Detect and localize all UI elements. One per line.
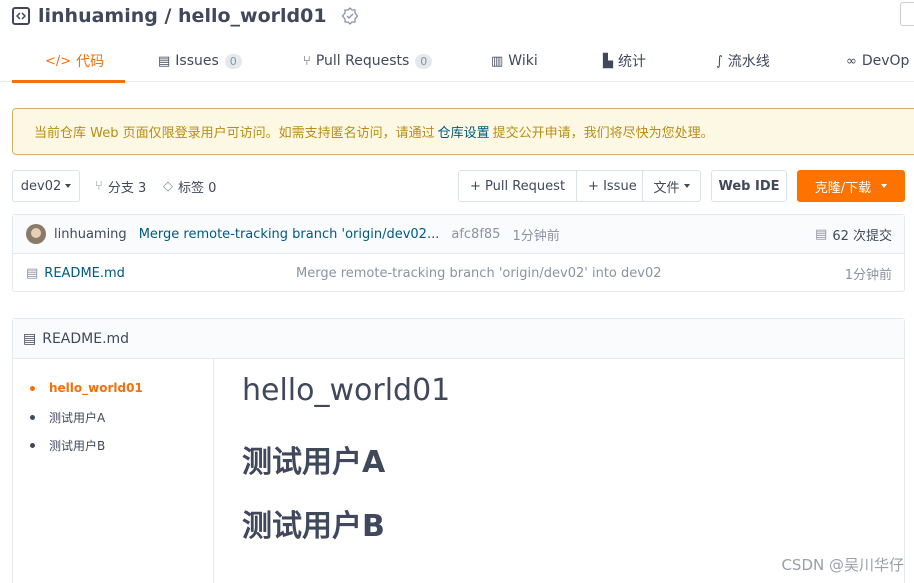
new-actions-group: + Pull Request + Issue — [458, 170, 649, 202]
watermark: CSDN @吴川华仔 — [781, 556, 904, 574]
code-icon: </> — [45, 53, 72, 69]
chevron-down-icon — [881, 184, 888, 188]
latest-commit-box: linhuaming Merge remote-tracking branch … — [12, 214, 905, 292]
pull-request-icon: ⑂ — [303, 53, 311, 69]
readme-toc: hello_world01 测试用户A 测试用户B — [13, 359, 214, 583]
avatar[interactable] — [26, 224, 46, 244]
file-menu-button[interactable]: 文件 — [642, 170, 701, 202]
issues-count: 0 — [224, 53, 242, 69]
gvp-badge-icon[interactable] — [341, 7, 359, 25]
wiki-icon: ▥ — [491, 53, 504, 69]
repo-tabs: </> 代码 ▤ Issues 0 ⑂ Pull Requests 0 ▥ Wi… — [0, 40, 914, 82]
tab-pull-requests[interactable]: ⑂ Pull Requests 0 — [303, 40, 433, 82]
pipeline-icon: ∫ — [716, 53, 723, 69]
tab-wiki[interactable]: ▥ Wiki — [491, 40, 538, 82]
chevron-down-icon — [683, 184, 690, 188]
branch-select[interactable]: dev02 — [12, 170, 80, 202]
chevron-down-icon — [65, 184, 72, 188]
commit-time: 1分钟前 — [512, 228, 560, 244]
active-tab-indicator — [12, 80, 125, 83]
issues-icon: ▤ — [158, 53, 171, 69]
devops-icon: ∞ — [846, 53, 857, 69]
commit-hash[interactable]: afc8f85 — [451, 227, 500, 242]
commits-icon: ▤ — [815, 226, 828, 242]
toc-item[interactable]: hello_world01 — [30, 381, 143, 395]
tab-devops[interactable]: ∞ DevOp — [846, 40, 909, 82]
file-icon: ▤ — [26, 265, 39, 281]
commit-author[interactable]: linhuaming — [54, 227, 127, 242]
readme-panel: ▤ README.md hello_world01 测试用户A 测试用户B he… — [12, 318, 905, 583]
watch-button[interactable] — [900, 2, 914, 26]
repo-header: linhuaming / hello_world01 — [12, 0, 359, 32]
web-ide-button[interactable]: Web IDE — [711, 170, 787, 202]
branches-link[interactable]: ⑂ 分支 3 — [95, 170, 146, 202]
branch-icon: ⑂ — [95, 178, 103, 194]
tag-icon: ◇ — [163, 178, 173, 194]
readme-heading-2: 测试用户B — [242, 509, 385, 544]
file-commit-time: 1分钟前 — [844, 267, 892, 283]
file-name[interactable]: README.md — [44, 266, 125, 281]
tab-code[interactable]: </> 代码 — [45, 40, 104, 82]
clone-download-button[interactable]: 克隆/下载 — [797, 170, 905, 202]
new-issue-button[interactable]: + Issue — [576, 171, 648, 201]
tags-link[interactable]: ◇ 标签 0 — [163, 170, 216, 202]
repo-icon — [12, 7, 30, 25]
tab-pipeline[interactable]: ∫ 流水线 — [716, 40, 770, 82]
access-notice: 当前仓库 Web 页面仅限登录用户可访问。如需支持匿名访问，请通过 仓库设置 提… — [12, 108, 914, 155]
pull-requests-count: 0 — [415, 53, 433, 69]
toc-item[interactable]: 测试用户B — [30, 437, 105, 454]
tab-issues[interactable]: ▤ Issues 0 — [158, 40, 242, 82]
readme-heading-1: hello_world01 — [242, 373, 451, 408]
file-icon: ▤ — [23, 330, 37, 347]
table-row[interactable]: ▤ README.md Merge remote-tracking branch… — [13, 254, 904, 292]
stats-icon: ▙ — [603, 53, 613, 69]
readme-heading-2: 测试用户A — [242, 445, 386, 480]
file-commit-message[interactable]: Merge remote-tracking branch 'origin/dev… — [296, 266, 662, 281]
commit-count-link[interactable]: ▤ 62 次提交 — [815, 225, 892, 244]
latest-commit-row: linhuaming Merge remote-tracking branch … — [13, 215, 904, 254]
tab-stats[interactable]: ▙ 统计 — [603, 40, 646, 82]
readme-header: ▤ README.md — [13, 319, 904, 359]
new-pull-request-button[interactable]: + Pull Request — [459, 171, 576, 201]
commit-message[interactable]: Merge remote-tracking branch 'origin/dev… — [139, 227, 440, 242]
repo-settings-link[interactable]: 仓库设置 — [438, 122, 490, 141]
toc-item[interactable]: 测试用户A — [30, 409, 105, 426]
repo-title[interactable]: linhuaming / hello_world01 — [38, 5, 327, 27]
